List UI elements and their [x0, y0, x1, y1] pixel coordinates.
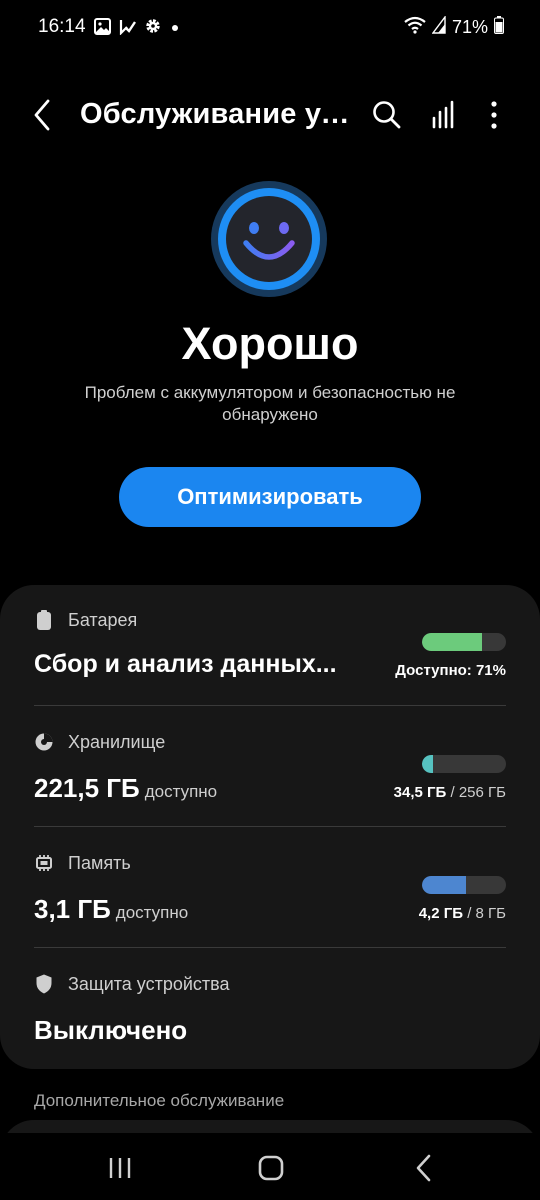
- storage-bar-fill: [422, 755, 433, 773]
- image-icon: [94, 17, 111, 40]
- recents-icon: [109, 1158, 131, 1178]
- device-status-title: Хорошо: [181, 318, 359, 369]
- search-icon: [373, 101, 401, 129]
- memory-used: 4,2 ГБ: [418, 905, 464, 922]
- battery-label: Батарея: [68, 609, 138, 630]
- back-button[interactable]: [28, 96, 62, 134]
- security-header: Защита устройства: [34, 973, 230, 995]
- pie-chart-icon: [35, 733, 53, 751]
- search-button[interactable]: [370, 98, 404, 132]
- storage-available-amount: 221,5 ГБ: [34, 773, 140, 803]
- optimize-button[interactable]: Оптимизировать: [119, 467, 421, 527]
- memory-header: Память: [34, 852, 131, 874]
- memory-caption: 4,2 ГБ / 8 ГБ: [419, 905, 506, 922]
- app-header: Обслуживание устройства: [0, 84, 540, 146]
- memory-available-suffix: доступно: [115, 903, 189, 922]
- gear-icon: [144, 17, 162, 40]
- memory-chip-icon: [36, 855, 52, 871]
- storage-header: Хранилище: [34, 731, 165, 753]
- memory-label: Память: [68, 852, 131, 873]
- page-title: Обслуживание устройства: [80, 98, 355, 130]
- storage-total: / 256 ГБ: [450, 784, 507, 801]
- battery-icon: [494, 16, 504, 39]
- security-section[interactable]: Защита устройства Выключено: [34, 973, 506, 1053]
- system-icons: 71%: [404, 14, 504, 39]
- more-options-button[interactable]: [484, 98, 504, 132]
- security-label: Защита устройства: [68, 973, 230, 994]
- device-status-description: Проблем с аккумулятором и безопасностью …: [84, 383, 456, 424]
- battery-value: Сбор и анализ данных...: [34, 650, 337, 678]
- divider: [34, 705, 506, 706]
- battery-caption: Доступно: 71%: [395, 662, 506, 679]
- divider: [34, 947, 506, 948]
- statistics-button[interactable]: [428, 98, 462, 132]
- memory-bar-fill: [422, 876, 466, 894]
- storage-section[interactable]: Хранилище 221,5 ГБ доступно 34,5 ГБ / 256…: [34, 731, 506, 835]
- battery-bar: [422, 633, 506, 651]
- wifi-icon: [404, 16, 426, 39]
- check-icon: [119, 18, 136, 40]
- battery-available-text: Доступно: 71%: [395, 662, 506, 679]
- device-care-screen: 16:14 71% Обслуживание уст Хорошо Пробле…: [0, 0, 540, 1200]
- battery-bar-fill: [422, 633, 482, 651]
- memory-value: 3,1 ГБ доступно: [34, 894, 188, 925]
- device-care-card: Батарея Сбор и анализ данных... Доступно…: [0, 585, 540, 1069]
- smiley-face-icon: [211, 181, 327, 297]
- home-button[interactable]: [257, 1154, 285, 1182]
- storage-used: 34,5 ГБ: [393, 784, 447, 801]
- shield-icon: [36, 974, 52, 994]
- divider: [34, 826, 506, 827]
- signal-icon: [431, 14, 446, 39]
- storage-caption: 34,5 ГБ / 256 ГБ: [394, 784, 506, 801]
- storage-available-suffix: доступно: [144, 782, 218, 801]
- nav-back-button[interactable]: [412, 1153, 436, 1183]
- battery-percent: 71%: [451, 17, 488, 37]
- recents-button[interactable]: [105, 1156, 135, 1180]
- dot-icon: [170, 20, 180, 38]
- back-icon: [416, 1154, 431, 1182]
- battery-header: Батарея: [34, 609, 137, 631]
- battery-section[interactable]: Батарея Сбор и анализ данных... Доступно…: [34, 609, 506, 713]
- memory-total: / 8 ГБ: [467, 905, 506, 922]
- memory-available-amount: 3,1 ГБ: [34, 894, 111, 924]
- navigation-bar: [0, 1133, 540, 1200]
- storage-label: Хранилище: [68, 731, 166, 752]
- status-time: 16:14: [38, 16, 86, 37]
- notification-icons: [94, 17, 180, 40]
- storage-bar: [422, 755, 506, 773]
- security-value: Выключено: [34, 1015, 188, 1045]
- battery-icon: [37, 610, 51, 630]
- memory-bar: [422, 876, 506, 894]
- back-icon: [34, 99, 50, 131]
- status-bar: 16:14 71%: [0, 0, 540, 56]
- more-vert-icon: [491, 101, 497, 129]
- bar-chart-icon: [432, 100, 454, 129]
- memory-section[interactable]: Память 3,1 ГБ доступно 4,2 ГБ / 8 ГБ: [34, 852, 506, 956]
- additional-care-label: Дополнительное обслуживание: [34, 1091, 285, 1110]
- storage-value: 221,5 ГБ доступно: [34, 773, 217, 804]
- home-icon: [258, 1155, 284, 1181]
